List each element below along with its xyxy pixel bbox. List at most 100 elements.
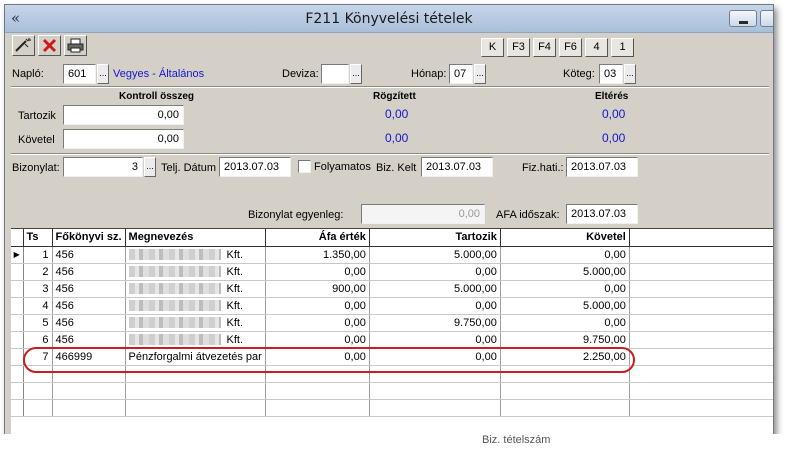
koteg-lookup-button[interactable]: ... bbox=[624, 64, 636, 84]
table-row[interactable]: ▶ 1 456 Kft. 1.350,00 5.000,00 0,00 bbox=[11, 246, 773, 264]
key-button-f4[interactable]: F4 bbox=[533, 38, 556, 57]
column-header-kovetel[interactable]: Követel bbox=[500, 229, 630, 247]
honap-lookup-button[interactable]: ... bbox=[474, 64, 486, 84]
cell-kovetel[interactable]: 0,00 bbox=[500, 280, 630, 298]
cell-megnevezes[interactable]: Kft. bbox=[125, 314, 266, 332]
table-row[interactable]: 3 456 Kft. 900,00 5.000,00 0,00 bbox=[11, 280, 773, 298]
bizonylat-lookup-button[interactable]: ... bbox=[144, 157, 156, 177]
cell-kovetel[interactable]: 9.750,00 bbox=[500, 331, 630, 349]
cell-afa[interactable]: 0,00 bbox=[265, 331, 370, 349]
deviza-field[interactable] bbox=[321, 64, 349, 84]
honap-field[interactable]: 07 bbox=[449, 64, 473, 84]
table-row[interactable]: 5 456 Kft. 0,00 9.750,00 0,00 bbox=[11, 314, 773, 332]
tartozik-label: Tartozik bbox=[18, 110, 56, 122]
cell-kovetel[interactable] bbox=[500, 382, 630, 400]
key-button-k[interactable]: K bbox=[481, 38, 504, 57]
table-row[interactable]: 6 456 Kft. 0,00 0,00 9.750,00 bbox=[11, 331, 773, 349]
cell-fokonyv[interactable] bbox=[52, 382, 126, 400]
cell-fokonyv[interactable]: 456 bbox=[52, 331, 126, 349]
fiz-hati-field[interactable]: 2013.07.03 bbox=[566, 157, 638, 177]
table-row[interactable]: 4 456 Kft. 0,00 0,00 5.000,00 bbox=[11, 297, 773, 315]
cell-afa[interactable]: 0,00 bbox=[265, 314, 370, 332]
table-row[interactable] bbox=[11, 382, 773, 400]
cell-fokonyv[interactable]: 456 bbox=[52, 314, 126, 332]
cell-empty bbox=[629, 314, 773, 332]
column-header-ts[interactable]: Ts bbox=[23, 229, 53, 247]
kovetel-rogzitett: 0,00 bbox=[385, 131, 409, 145]
key-button-f6[interactable]: F6 bbox=[559, 38, 582, 57]
cell-afa[interactable]: 0,00 bbox=[265, 297, 370, 315]
cell-afa[interactable]: 0,00 bbox=[265, 263, 370, 281]
cell-ts[interactable]: 6 bbox=[23, 331, 53, 349]
biz-kelt-field[interactable]: 2013.07.03 bbox=[421, 157, 493, 177]
cell-tartozik[interactable]: 0,00 bbox=[369, 297, 501, 315]
cell-megnevezes[interactable]: Kft. bbox=[125, 297, 266, 315]
cell-fokonyv[interactable]: 456 bbox=[52, 280, 126, 298]
cell-ts[interactable]: 2 bbox=[23, 263, 53, 281]
cell-ts[interactable] bbox=[23, 382, 53, 400]
kovetel-kontroll-field[interactable]: 0,00 bbox=[63, 129, 184, 149]
naplo-field[interactable]: 601 bbox=[63, 64, 96, 84]
cell-tartozik[interactable] bbox=[369, 399, 501, 417]
table-row[interactable]: 2 456 Kft. 0,00 0,00 5.000,00 bbox=[11, 263, 773, 281]
cell-kovetel[interactable]: 0,00 bbox=[500, 314, 630, 332]
wand-icon[interactable] bbox=[12, 35, 35, 56]
title-bar[interactable]: « F211 Könyvelési tételek bbox=[5, 5, 773, 33]
cell-fokonyv[interactable] bbox=[52, 399, 126, 417]
cell-kovetel[interactable]: 5.000,00 bbox=[500, 297, 630, 315]
column-header-afa[interactable]: Áfa érték bbox=[265, 229, 370, 247]
cell-afa[interactable] bbox=[265, 399, 370, 417]
delete-icon[interactable] bbox=[38, 35, 61, 56]
cell-afa[interactable]: 1.350,00 bbox=[265, 246, 370, 264]
cell-tartozik[interactable]: 5.000,00 bbox=[369, 280, 501, 298]
key-button-1[interactable]: 1 bbox=[611, 38, 634, 57]
cell-ts[interactable] bbox=[23, 399, 53, 417]
fiz-hati-label: Fiz.hati.: bbox=[522, 162, 564, 174]
cell-afa[interactable] bbox=[265, 382, 370, 400]
print-icon[interactable] bbox=[64, 35, 87, 56]
cell-megnevezes[interactable]: Kft. bbox=[125, 263, 266, 281]
minimize-button[interactable] bbox=[729, 10, 757, 27]
teli-datum-label: Telj. Dátum bbox=[161, 162, 217, 174]
cell-ts[interactable]: 4 bbox=[23, 297, 53, 315]
cell-ts[interactable]: 5 bbox=[23, 314, 53, 332]
row-indicator bbox=[11, 382, 24, 400]
cell-megnevezes[interactable]: Kft. bbox=[125, 246, 266, 264]
cell-kovetel[interactable]: 5.000,00 bbox=[500, 263, 630, 281]
folyamatos-checkbox[interactable] bbox=[298, 160, 311, 173]
cell-ts[interactable]: 1 bbox=[23, 246, 53, 264]
entries-grid[interactable]: Ts Főkönyvi sz. Megnevezés Áfa érték Tar… bbox=[11, 228, 773, 437]
tartozik-kontroll-field[interactable]: 0,00 bbox=[63, 105, 184, 125]
cell-tartozik[interactable]: 0,00 bbox=[369, 331, 501, 349]
cell-fokonyv[interactable]: 456 bbox=[52, 246, 126, 264]
cell-tartozik[interactable] bbox=[369, 382, 501, 400]
company-suffix: Kft. bbox=[226, 299, 244, 312]
cell-tartozik[interactable]: 5.000,00 bbox=[369, 246, 501, 264]
cell-tartozik[interactable]: 0,00 bbox=[369, 263, 501, 281]
cell-fokonyv[interactable]: 456 bbox=[52, 297, 126, 315]
key-button-f3[interactable]: F3 bbox=[507, 38, 530, 57]
cell-fokonyv[interactable]: 456 bbox=[52, 263, 126, 281]
koteg-field[interactable]: 03 bbox=[599, 64, 623, 84]
cell-megnevezes[interactable]: Kft. bbox=[125, 331, 266, 349]
naplo-lookup-button[interactable]: ... bbox=[97, 64, 109, 84]
column-header-fokonyv[interactable]: Főkönyvi sz. bbox=[52, 229, 126, 247]
cell-megnevezes[interactable]: Kft. bbox=[125, 280, 266, 298]
cell-megnevezes[interactable] bbox=[125, 382, 266, 400]
teli-datum-field[interactable]: 2013.07.03 bbox=[219, 157, 291, 177]
deviza-lookup-button[interactable]: ... bbox=[350, 64, 362, 84]
cell-tartozik[interactable]: 9.750,00 bbox=[369, 314, 501, 332]
biz-kelt-label: Biz. Kelt bbox=[376, 162, 417, 174]
cell-megnevezes[interactable] bbox=[125, 399, 266, 417]
table-row[interactable] bbox=[11, 399, 773, 417]
cell-kovetel[interactable] bbox=[500, 399, 630, 417]
cell-kovetel[interactable]: 0,00 bbox=[500, 246, 630, 264]
afa-idoszak-field[interactable]: 2013.07.03 bbox=[566, 204, 638, 224]
cell-afa[interactable]: 900,00 bbox=[265, 280, 370, 298]
cell-ts[interactable]: 3 bbox=[23, 280, 53, 298]
column-header-tartozik[interactable]: Tartozik bbox=[369, 229, 501, 247]
key-button-4[interactable]: 4 bbox=[585, 38, 608, 57]
maximize-button[interactable] bbox=[760, 10, 773, 27]
bizonylat-field[interactable]: 3 bbox=[63, 157, 143, 177]
column-header-megnevezes[interactable]: Megnevezés bbox=[125, 229, 266, 247]
